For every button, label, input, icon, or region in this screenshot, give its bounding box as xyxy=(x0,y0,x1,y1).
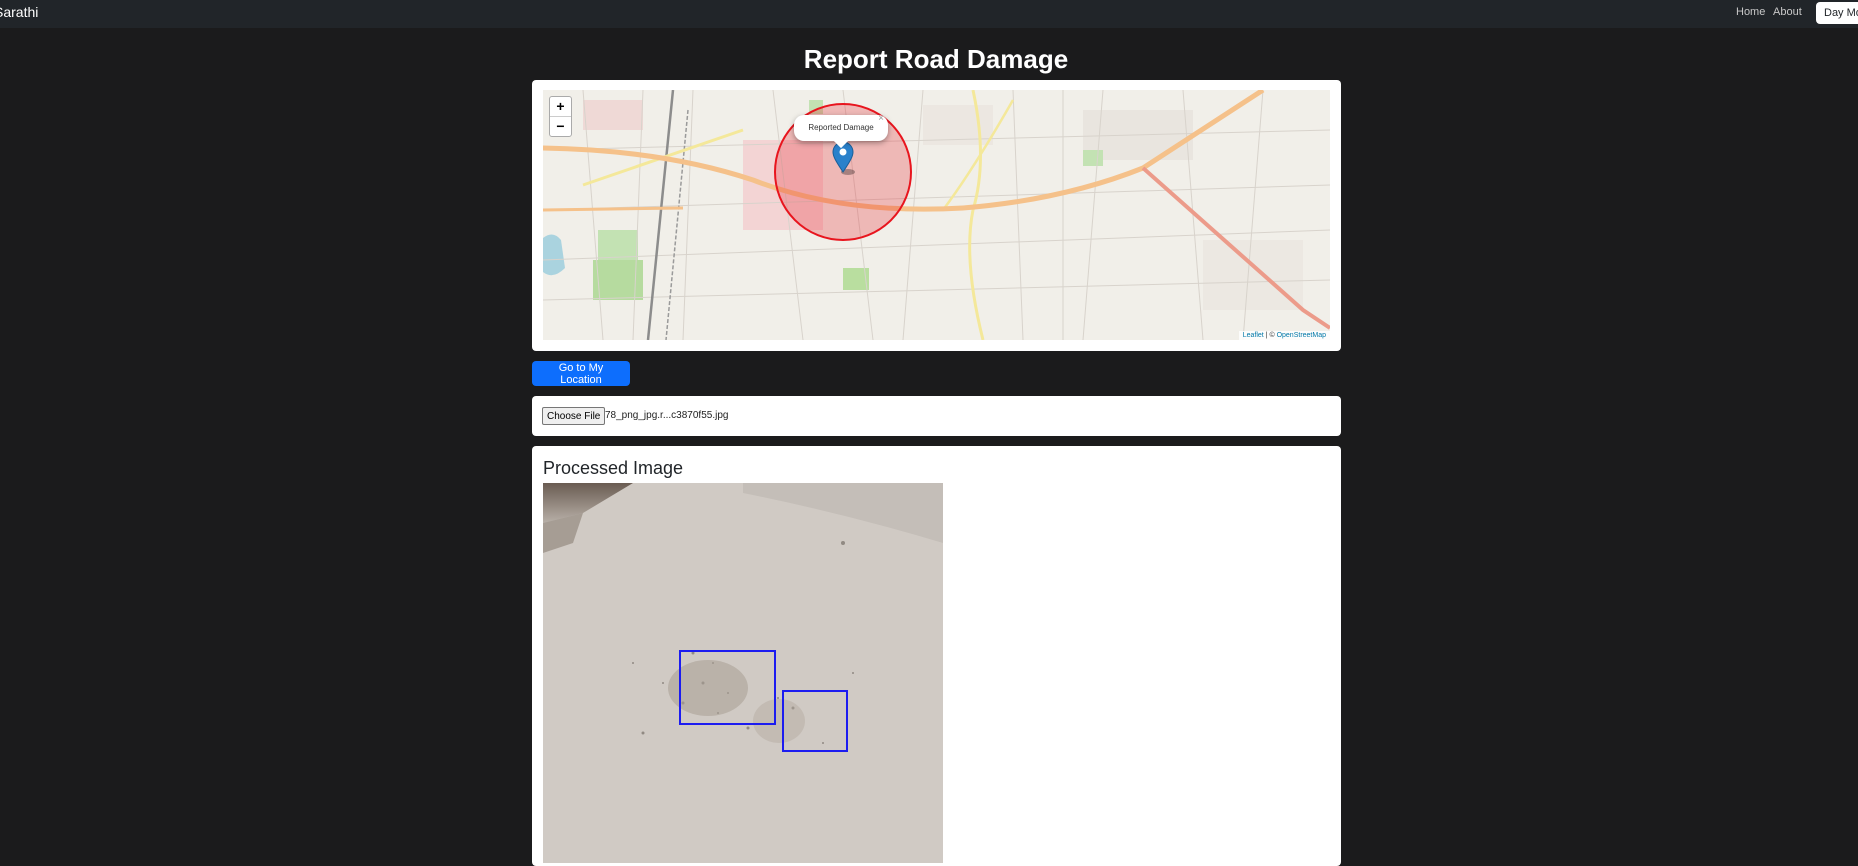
zoom-control: + − xyxy=(549,96,572,137)
map-attribution: Leaflet | © OpenStreetMap xyxy=(1238,331,1330,340)
close-icon[interactable]: × xyxy=(878,106,884,132)
processed-road-image xyxy=(543,483,943,863)
file-name: 78_png_jpg.r...c3870f55.jpg xyxy=(605,410,729,421)
damage-popup: Reported Damage × xyxy=(794,113,888,149)
page-title: Report Road Damage xyxy=(803,44,1069,74)
nav-about-link[interactable]: About xyxy=(1773,6,1802,18)
day-mode-button[interactable]: Day Mode xyxy=(1816,2,1858,24)
navbar: Sarathi Home About Day Mode xyxy=(0,0,1858,28)
file-upload-card: Choose File 78_png_jpg.r...c3870f55.jpg xyxy=(532,396,1341,436)
go-to-location-button[interactable]: Go to My Location xyxy=(532,361,630,386)
map-view[interactable]: + − Reported Damage × Leaflet | © OpenSt… xyxy=(543,90,1330,340)
attribution-separator: | © xyxy=(1265,332,1275,339)
openstreetmap-link[interactable]: OpenStreetMap xyxy=(1277,332,1326,339)
processed-image-title: Processed Image xyxy=(543,458,684,478)
choose-file-button[interactable]: Choose File xyxy=(542,407,606,425)
leaflet-link[interactable]: Leaflet xyxy=(1243,332,1264,339)
map-tiles xyxy=(543,90,1330,340)
zoom-in-button[interactable]: + xyxy=(550,97,571,116)
popup-text: Reported Damage xyxy=(808,123,874,132)
processed-image-card: Processed Image xyxy=(532,446,1341,866)
road-image-drawing xyxy=(543,483,943,863)
zoom-out-button[interactable]: − xyxy=(550,116,571,136)
map-card: + − Reported Damage × Leaflet | © OpenSt… xyxy=(532,80,1341,351)
brand-name[interactable]: Sarathi xyxy=(0,4,38,20)
nav-home-link[interactable]: Home xyxy=(1736,6,1765,18)
